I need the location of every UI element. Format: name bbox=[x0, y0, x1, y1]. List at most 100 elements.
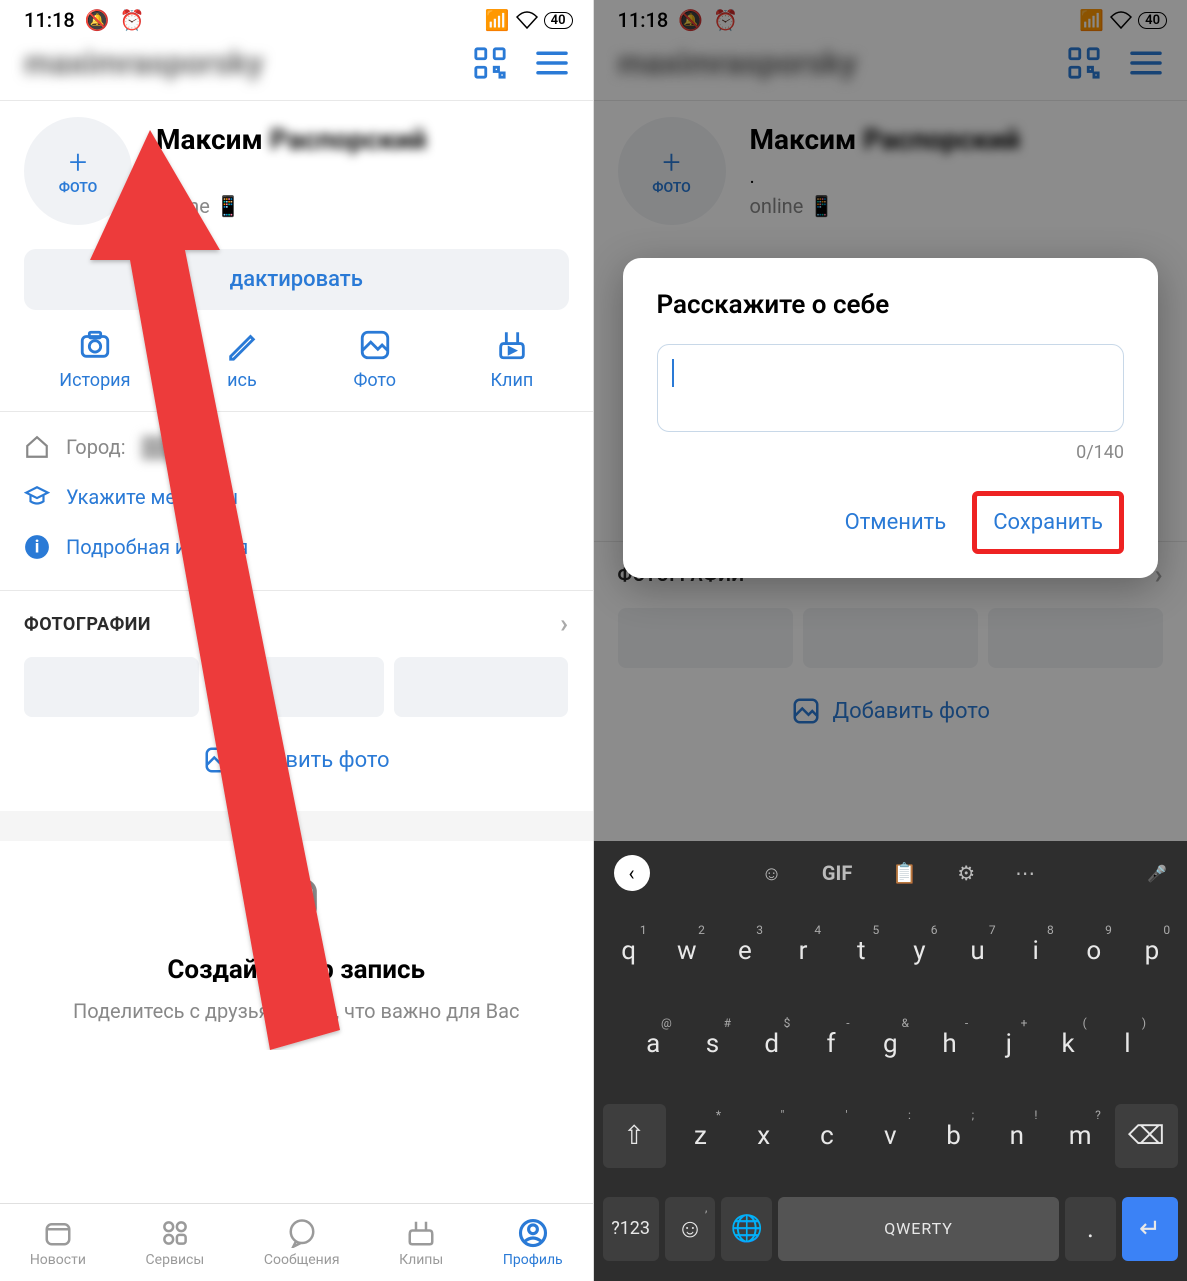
backspace-key[interactable]: ⌫ bbox=[1115, 1104, 1178, 1168]
gif-button[interactable]: GIF bbox=[822, 861, 852, 885]
key-v[interactable]: v: bbox=[862, 1104, 919, 1168]
edit-button[interactable]: дактировать bbox=[24, 249, 569, 310]
key-a[interactable]: a@ bbox=[627, 1012, 680, 1076]
photo-grid bbox=[0, 657, 593, 717]
phone-left: 11:18 🔕 ⏰ 📶 40 maximrasporsky + ФОТО bbox=[0, 0, 594, 1281]
key-p[interactable]: p0 bbox=[1126, 919, 1178, 983]
qr-icon[interactable] bbox=[473, 46, 507, 80]
photo-placeholder[interactable] bbox=[394, 657, 569, 717]
mic-icon[interactable]: 🎤 bbox=[1147, 864, 1167, 883]
more-icon[interactable]: ⋯ bbox=[1015, 861, 1035, 885]
shift-key[interactable]: ⇧ bbox=[603, 1104, 666, 1168]
key-e[interactable]: e3 bbox=[719, 919, 771, 983]
char-counter: 0/140 bbox=[657, 442, 1125, 463]
quick-post[interactable]: ись bbox=[225, 328, 259, 391]
key-j[interactable]: j+ bbox=[982, 1012, 1035, 1076]
enter-key[interactable]: ↵ bbox=[1122, 1197, 1178, 1261]
key-l[interactable]: l) bbox=[1101, 1012, 1154, 1076]
status-time: 11:18 bbox=[24, 8, 75, 32]
app-header: maximrasporsky bbox=[0, 36, 593, 100]
period-key[interactable]: . bbox=[1065, 1197, 1116, 1261]
key-i[interactable]: i8 bbox=[1010, 919, 1062, 983]
sticker-icon[interactable]: ☺ bbox=[761, 861, 781, 886]
save-button[interactable]: Сохранить bbox=[972, 491, 1124, 554]
info-list: Город: ████ Укажите мест ёбы i Подробная… bbox=[0, 412, 593, 590]
info-details[interactable]: i Подробная ин ация bbox=[24, 522, 569, 572]
tab-news[interactable]: Новости bbox=[30, 1218, 86, 1268]
tab-services[interactable]: Сервисы bbox=[146, 1218, 205, 1268]
education-icon bbox=[24, 484, 50, 510]
info-education[interactable]: Укажите мест ёбы bbox=[24, 472, 569, 522]
key-z[interactable]: z* bbox=[672, 1104, 729, 1168]
about-textarea[interactable] bbox=[657, 344, 1125, 432]
key-d[interactable]: d$ bbox=[745, 1012, 798, 1076]
mode-key[interactable]: ?123 bbox=[603, 1197, 659, 1261]
kb-collapse-icon[interactable]: ‹ bbox=[614, 855, 650, 891]
battery-indicator: 40 bbox=[544, 12, 573, 29]
mute-icon: 🔕 bbox=[85, 8, 110, 32]
key-q[interactable]: q1 bbox=[603, 919, 655, 983]
tab-clips[interactable]: Клипы bbox=[399, 1218, 443, 1268]
key-o[interactable]: o9 bbox=[1068, 919, 1120, 983]
key-u[interactable]: u7 bbox=[951, 919, 1003, 983]
key-c[interactable]: c' bbox=[798, 1104, 855, 1168]
chevron-right-icon: › bbox=[560, 609, 568, 639]
menu-icon[interactable] bbox=[535, 49, 569, 77]
about-dialog: Расскажите о себе 0/140 Отменить Сохрани… bbox=[623, 258, 1159, 578]
create-post-section: Создайте пер запись Поделитесь с друзьям… bbox=[0, 841, 593, 1045]
tab-bar: Новости Сервисы Сообщения Клипы Профиль bbox=[0, 1203, 593, 1281]
create-post-title: Создайте пер запись bbox=[40, 955, 553, 985]
quick-story[interactable]: История bbox=[59, 328, 130, 391]
key-b[interactable]: b; bbox=[925, 1104, 982, 1168]
quick-actions: История ись Фото Клип bbox=[0, 318, 593, 411]
clipboard-icon[interactable]: 📋 bbox=[892, 861, 917, 885]
create-post-subtitle: Поделитесь с друзьями тем, что важно для… bbox=[40, 997, 553, 1025]
key-m[interactable]: m? bbox=[1051, 1104, 1108, 1168]
key-k[interactable]: k( bbox=[1041, 1012, 1094, 1076]
svg-text:i: i bbox=[35, 537, 40, 557]
key-t[interactable]: t5 bbox=[835, 919, 887, 983]
key-x[interactable]: x" bbox=[735, 1104, 792, 1168]
key-r[interactable]: r4 bbox=[777, 919, 829, 983]
wifi-icon bbox=[516, 11, 538, 29]
plus-icon: + bbox=[69, 146, 87, 178]
profile-section: + ФОТО Максим Распорский . online 📱 bbox=[0, 101, 593, 241]
info-city[interactable]: Город: ████ bbox=[24, 422, 569, 472]
quick-clip[interactable]: Клип bbox=[490, 328, 533, 391]
photo-placeholder[interactable] bbox=[209, 657, 384, 717]
space-key[interactable]: QWERTY bbox=[778, 1197, 1059, 1261]
pencil-icon bbox=[257, 861, 335, 939]
tab-profile[interactable]: Профиль bbox=[503, 1218, 563, 1268]
photo-placeholder[interactable] bbox=[24, 657, 199, 717]
settings-icon[interactable]: ⚙ bbox=[957, 861, 975, 885]
language-key[interactable]: 🌐 bbox=[721, 1197, 772, 1261]
add-photo-button[interactable]: Давить фото bbox=[0, 717, 593, 811]
key-y[interactable]: y6 bbox=[893, 919, 945, 983]
header-username: maximrasporsky bbox=[24, 44, 264, 82]
key-n[interactable]: n! bbox=[988, 1104, 1045, 1168]
tab-messages[interactable]: Сообщения bbox=[264, 1218, 340, 1268]
cancel-button[interactable]: Отменить bbox=[829, 496, 963, 549]
status-bar: 11:18 🔕 ⏰ 📶 40 bbox=[0, 0, 593, 36]
quick-photo[interactable]: Фото bbox=[353, 328, 396, 391]
online-status: online 📱 bbox=[156, 194, 427, 218]
signal-icon: 📶 bbox=[485, 8, 510, 32]
phone-icon: 📱 bbox=[216, 194, 241, 218]
key-g[interactable]: g& bbox=[864, 1012, 917, 1076]
photos-header[interactable]: ФОТОГРАФИИ › bbox=[0, 590, 593, 657]
avatar-label: ФОТО bbox=[59, 180, 98, 196]
dialog-title: Расскажите о себе bbox=[657, 290, 1125, 320]
alarm-icon: ⏰ bbox=[120, 8, 145, 32]
profile-status-dot: . bbox=[156, 164, 427, 188]
home-icon bbox=[24, 434, 50, 460]
key-f[interactable]: f- bbox=[804, 1012, 857, 1076]
key-h[interactable]: h- bbox=[923, 1012, 976, 1076]
key-w[interactable]: w2 bbox=[661, 919, 713, 983]
avatar-add-photo[interactable]: + ФОТО bbox=[24, 117, 132, 225]
phone-right: 11:18 🔕 ⏰ 📶 40 maximrasporsky +ФОТО Макс… bbox=[594, 0, 1187, 1281]
profile-name: Максим Распорский bbox=[156, 123, 427, 156]
key-s[interactable]: s# bbox=[686, 1012, 739, 1076]
on-screen-keyboard: ‹ ☺ GIF 📋 ⚙ ⋯ 🎤 q1w2e3r4t5y6u7i8o9p0 a@s… bbox=[594, 841, 1187, 1281]
info-icon: i bbox=[24, 534, 50, 560]
emoji-key[interactable]: ☺, bbox=[665, 1197, 716, 1261]
